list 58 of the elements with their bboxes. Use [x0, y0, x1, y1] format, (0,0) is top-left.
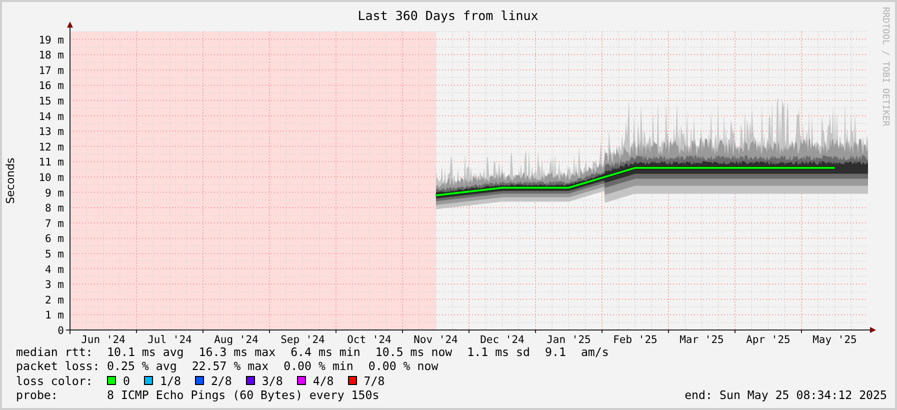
- x-tick-label: Oct '24: [347, 334, 392, 345]
- x-tick-label: Feb '25: [613, 334, 658, 345]
- x-tick-label: Sep '24: [280, 334, 325, 345]
- credit-text: RRDTOOL / TOBI OETIKER: [880, 7, 890, 126]
- legend-label: median rtt:: [16, 345, 94, 360]
- y-tick-label: 17 m: [38, 64, 64, 77]
- loss-level-label: 0: [123, 374, 130, 388]
- loss-level-label: 1/8: [160, 374, 181, 388]
- packet-loss-value: 0.25 % avg: [107, 359, 177, 374]
- legend-label: packet loss:: [16, 359, 101, 374]
- x-tick-label: Jul '24: [148, 334, 192, 345]
- packet-loss-value: 22.57 % max: [192, 359, 269, 374]
- y-tick-label: 12 m: [38, 141, 64, 154]
- loss-level-label: 7/8: [364, 374, 385, 388]
- median-rtt-value: 10.1 ms avg: [107, 345, 184, 360]
- graph-title: Last 360 Days from linux: [358, 8, 538, 23]
- x-tick-label: Apr '25: [746, 334, 790, 345]
- x-tick-label: Nov '24: [414, 334, 458, 345]
- y-tick-label: 16 m: [38, 80, 64, 92]
- loss-level-label: 4/8: [312, 374, 334, 388]
- y-tick-label: 3 m: [45, 279, 64, 292]
- y-tick-label: 0: [58, 325, 64, 337]
- y-tick-label: 5 m: [45, 248, 64, 260]
- x-tick-label: Aug '24: [214, 334, 258, 345]
- y-tick-label: 1 m: [45, 310, 64, 322]
- end-timestamp: end: Sun May 25 08:34:12 2025: [684, 388, 887, 402]
- legend-label: probe:: [16, 388, 59, 402]
- median-rtt-value: 9.1: [544, 345, 566, 360]
- x-tick-label: Mar '25: [680, 334, 724, 345]
- y-tick-label: 15 m: [38, 96, 64, 108]
- y-axis-label: Seconds: [4, 158, 17, 204]
- median-rtt-value: 10.5 ms now: [375, 345, 452, 360]
- x-tick-label: Jun '24: [81, 334, 126, 345]
- packet-loss-value: 0.00 % min: [284, 359, 354, 374]
- y-tick-label: 6 m: [45, 233, 64, 246]
- y-tick-label: 9 m: [45, 187, 64, 200]
- median-rtt-value: am/s: [580, 345, 609, 360]
- y-tick-label: 11 m: [38, 156, 64, 169]
- loss-level-label: 3/8: [262, 374, 283, 388]
- x-tick-label: Dec '24: [480, 334, 524, 345]
- x-tick-label: May '25: [812, 334, 857, 345]
- probe-description: 8 ICMP Echo Pings (60 Bytes) every 150s: [107, 388, 380, 402]
- y-tick-label: 2 m: [45, 294, 64, 306]
- loss-level-label: 2/8: [210, 374, 232, 388]
- y-tick-label: 13 m: [38, 126, 64, 138]
- x-tick-label: Jan '25: [546, 334, 591, 345]
- median-rtt-value: 6.4 ms min: [290, 345, 360, 360]
- packet-loss-value: 0.00 % now: [368, 359, 438, 374]
- y-tick-label: 7 m: [45, 218, 64, 230]
- y-tick-label: 4 m: [45, 264, 64, 276]
- y-tick-label: 18 m: [38, 50, 64, 62]
- y-tick-label: 10 m: [38, 172, 64, 184]
- legend-label: loss color:: [16, 374, 94, 388]
- y-tick-label: 14 m: [38, 110, 64, 123]
- median-rtt-value: 16.3 ms max: [198, 345, 276, 360]
- median-rtt-value: 1.1 ms sd: [467, 345, 530, 360]
- y-tick-label: 19 m: [38, 34, 64, 46]
- y-tick-label: 8 m: [45, 202, 64, 215]
